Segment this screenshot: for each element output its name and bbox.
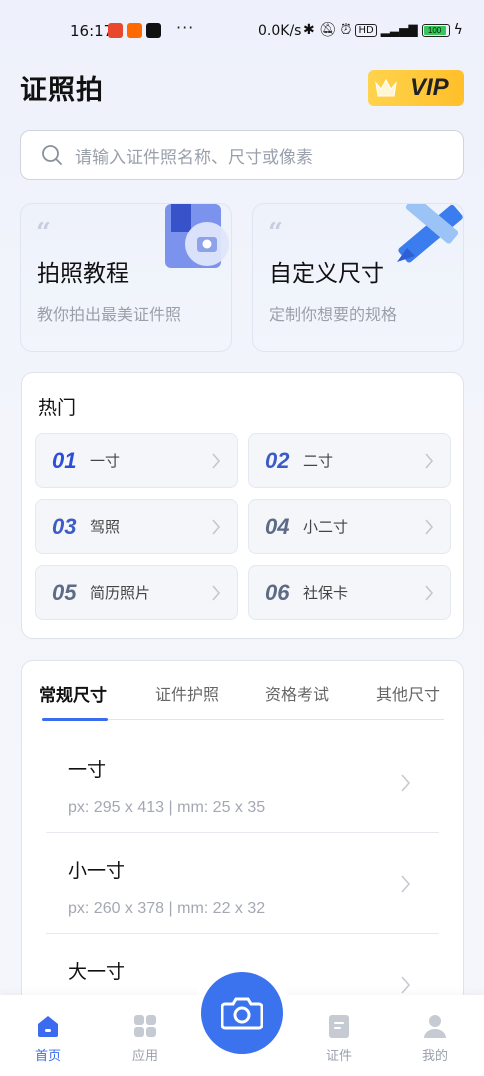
chevron-right-icon (425, 453, 434, 469)
hot-item-label: 简历照片 (90, 584, 151, 602)
feature-subtitle: 教你拍出最美证件照 (37, 305, 182, 324)
status-bar: 16:17 ··· 0.0K/s ✱ 🔕︎ ⏰︎ HD ▂▃▅▇ 100 ϟ (0, 0, 484, 64)
nav-label: 我的 (421, 1049, 448, 1064)
status-app-icons (108, 23, 161, 38)
vip-label: VIP (410, 74, 449, 101)
size-name: 一寸 (68, 759, 107, 781)
hot-item-social-security-card[interactable]: 06 社保卡 (248, 565, 451, 620)
mi-app-icon (127, 23, 142, 38)
hot-item-number: 06 (265, 579, 290, 605)
network-speed: 0.0K/s (258, 23, 302, 39)
crown-icon (375, 78, 397, 97)
charging-icon: ϟ (453, 22, 463, 38)
status-time: 16:17 (70, 22, 114, 40)
user-icon (424, 1015, 446, 1038)
search-input[interactable]: 请输入证件照名称、尺寸或像素 (20, 130, 464, 180)
nav-mine[interactable]: 我的 (405, 1013, 465, 1064)
active-tab-indicator (42, 718, 108, 721)
size-row-small-one-inch[interactable]: 小一寸 px: 260 x 378 | mm: 22 x 32 (46, 834, 439, 934)
bluetooth-icon: ✱ (303, 22, 315, 38)
hot-item-small-two-inch[interactable]: 04 小二寸 (248, 499, 451, 554)
hot-item-label: 驾照 (90, 518, 121, 536)
mute-icon: 🔕︎ (318, 22, 337, 38)
app-title: 证照拍 (20, 75, 104, 106)
hot-item-resume-photo[interactable]: 05 简历照片 (35, 565, 238, 620)
quote-icon: “ (268, 218, 283, 248)
tab-id-passport[interactable]: 证件护照 (155, 681, 219, 705)
search-placeholder: 请输入证件照名称、尺寸或像素 (75, 147, 313, 168)
hot-item-label: 小二寸 (303, 518, 349, 536)
feature-title: 拍照教程 (37, 261, 129, 287)
ruler-pencil-icon (397, 204, 463, 263)
grid-icon (134, 1015, 156, 1037)
hot-item-number: 03 (52, 513, 77, 539)
hot-item-one-inch[interactable]: 01 一寸 (35, 433, 238, 488)
hot-item-label: 二寸 (303, 452, 334, 470)
nav-label: 首页 (34, 1049, 61, 1064)
document-icon (329, 1015, 349, 1038)
chevron-right-icon (212, 585, 221, 601)
size-spec: px: 260 x 378 | mm: 22 x 32 (68, 900, 266, 917)
camera-button[interactable] (201, 972, 283, 1054)
hot-item-number: 04 (265, 513, 290, 539)
camera-icon (221, 997, 263, 1030)
battery-icon: 100 (421, 23, 450, 37)
chevron-right-icon (401, 976, 411, 994)
tab-other-size[interactable]: 其他尺寸 (376, 681, 440, 705)
chevron-right-icon (401, 875, 411, 893)
size-name: 小一寸 (68, 860, 126, 882)
chevron-right-icon (212, 519, 221, 535)
nav-documents[interactable]: 证件 (309, 1013, 369, 1064)
chevron-right-icon (401, 774, 411, 792)
more-notifications-icon: ··· (176, 18, 195, 37)
alarm-icon: ⏰︎ (340, 22, 352, 38)
search-icon (42, 145, 62, 165)
hot-item-label: 社保卡 (303, 584, 349, 602)
nav-label: 应用 (131, 1049, 158, 1064)
hot-item-number: 05 (52, 579, 77, 605)
tab-regular-size[interactable]: 常规尺寸 (39, 681, 107, 706)
hot-item-two-inch[interactable]: 02 二寸 (248, 433, 451, 488)
vip-button[interactable]: VIP (368, 70, 464, 106)
hd-icon: HD (355, 23, 377, 37)
section-title: 热门 (38, 397, 77, 419)
nav-label: 证件 (325, 1049, 352, 1064)
hot-item-number: 01 (52, 447, 77, 473)
camera-book-icon (165, 204, 229, 268)
photo-tutorial-card[interactable]: “ 拍照教程 教你拍出最美证件照 (20, 203, 232, 352)
status-icons: ✱ 🔕︎ ⏰︎ HD ▂▃▅▇ 100 ϟ (303, 22, 463, 38)
quote-icon: “ (36, 218, 51, 248)
notification-app-icon (108, 23, 123, 38)
hot-item-number: 02 (265, 447, 290, 473)
hot-item-label: 一寸 (90, 452, 121, 470)
signal-icon: ▂▃▅▇ (380, 23, 418, 37)
nav-home[interactable]: 首页 (18, 1013, 78, 1064)
battery-level: 100 (423, 25, 446, 35)
chevron-right-icon (425, 519, 434, 535)
nav-apps[interactable]: 应用 (115, 1013, 175, 1064)
home-icon (38, 1016, 58, 1037)
size-name: 大一寸 (68, 961, 126, 983)
chevron-right-icon (212, 453, 221, 469)
feature-subtitle: 定制你想要的规格 (269, 305, 398, 324)
custom-size-card[interactable]: “ 自定义尺寸 定制你想要的规格 (252, 203, 464, 352)
chevron-right-icon (425, 585, 434, 601)
hot-item-driver-license[interactable]: 03 驾照 (35, 499, 238, 554)
hot-section: 热门 01 一寸 02 二寸 03 驾照 04 小二寸 05 简历照片 06 社… (21, 372, 464, 639)
tiktok-app-icon (146, 23, 161, 38)
feature-title: 自定义尺寸 (269, 261, 384, 287)
size-row-one-inch[interactable]: 一寸 px: 295 x 413 | mm: 25 x 35 (46, 733, 439, 833)
size-spec: px: 295 x 413 | mm: 25 x 35 (68, 799, 266, 816)
tab-qualification-exam[interactable]: 资格考试 (265, 681, 329, 705)
